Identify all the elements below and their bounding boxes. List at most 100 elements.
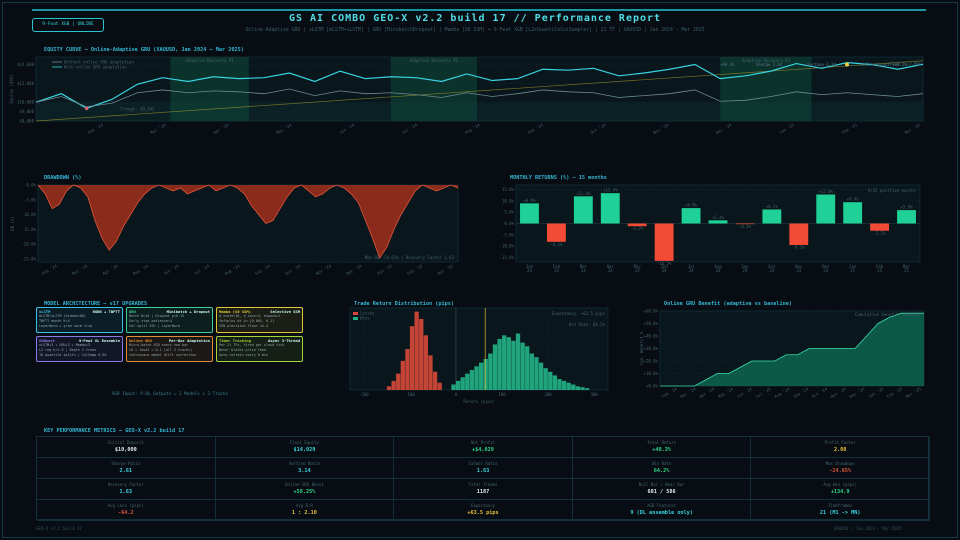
win-bar [548, 371, 553, 390]
architecture-box-line: LayerNorm + grad norm clip [39, 323, 93, 328]
benefit-ytick-label: +10.0% [644, 371, 659, 376]
win-bar [479, 362, 484, 390]
equity-xtick-label: Apr '24 [212, 122, 230, 135]
drawdown-xtick-label: Jan '25 [376, 263, 394, 276]
monthly-xtick-year: 24 [769, 268, 774, 273]
win-bar [552, 375, 558, 390]
architecture-box: Mamba (S6 SSM) Selective SSM d_state=16, d… [216, 307, 303, 333]
win-bar [571, 384, 576, 390]
footer-right: XAUUSD | Jan 2024 - Mar 2025 [834, 526, 902, 531]
kpi-label: Avg Loss (pips) [107, 503, 144, 508]
kpi-label: Win Rate [651, 461, 672, 466]
kpi-cell: Expectancy +63.5 pips [394, 500, 573, 521]
kpi-label: Profit Factor [824, 440, 856, 445]
drawdown-ytick-label: -20.0% [22, 242, 37, 247]
monthly-bar [843, 202, 863, 224]
kpi-value: 601 / 586 [647, 489, 676, 495]
benefit-xtick-label: Nov '24 [830, 386, 848, 399]
monthly-bar [789, 223, 809, 246]
kpi-value: +134.9 [830, 489, 850, 495]
equity-stat-label: Sortino 3.14 [807, 62, 836, 67]
distribution-xlabel: Return (pips) [463, 399, 494, 404]
expectancy-label: Expectancy: +63.5 pips [552, 311, 606, 316]
monthly-bar-label: -0.3% [739, 224, 752, 229]
kpi-label: Avg Win (pips) [823, 482, 858, 487]
drawdown-xtick-label: Feb '25 [406, 263, 424, 276]
monthly-xtick-year: 24 [581, 268, 586, 273]
win-bar [460, 377, 465, 390]
benefit-xtick-label: Jan '25 [867, 386, 885, 399]
kpi-cell: Timeframes 21 (M1 -> MN) [751, 500, 930, 521]
equity-chart: Adaptive Recovery #1 Adaptive Recovery #2… [8, 53, 928, 153]
monthly-xtick-year: 24 [716, 268, 721, 273]
drawdown-label: Max DD -24.65% | Recovery Factor 1.63 [365, 255, 455, 260]
win-bar [451, 384, 456, 390]
distribution-legend-label: Wins [360, 316, 370, 321]
monthly-bar [546, 223, 566, 242]
loss-bar [405, 349, 410, 390]
footer-left: GEO-X v2.2 build 17 [36, 526, 82, 531]
monthly-xtick-year: 24 [527, 268, 532, 273]
win-bar [575, 386, 581, 390]
equity-xtick-label: Jun '24 [338, 122, 356, 135]
equity-stat-label: +40.3% [720, 62, 735, 67]
monthly-bar-label: +6.2% [766, 204, 779, 209]
kpi-value: +40.3% [652, 447, 671, 453]
equity-xtick-label: Sep '24 [527, 122, 545, 135]
drawdown-xtick-label: Dec '24 [345, 263, 363, 276]
monthly-bar [870, 223, 890, 231]
monthly-ytick-label: -5.0% [502, 232, 515, 237]
benefit-xtick-label: Feb '24 [661, 386, 679, 399]
drawdown-xtick-label: Jul '24 [193, 263, 211, 276]
benefit-ytick-label: +0.0% [646, 384, 659, 389]
monthly-bar [654, 223, 674, 261]
kpi-value: 1.63 [119, 489, 133, 495]
kpi-table: Initial Deposit $10,000 Final Equity $14,02… [36, 436, 930, 521]
drawdown-ytick-label: -10.0% [22, 212, 37, 217]
drawdown-ylabel: DD (%) [10, 216, 15, 230]
drawdown-xtick-label: Jun '24 [163, 263, 181, 276]
monthly-bar-label: -8.1% [550, 242, 563, 247]
win-bar [483, 359, 488, 390]
win-bar [566, 382, 571, 390]
kpi-label: Online GRU Boost [285, 482, 324, 487]
drawdown-ytick-label: -5.0% [24, 197, 37, 202]
kpi-label: Recovery Factor [107, 482, 144, 487]
kpi-label: XGB Features [647, 503, 677, 508]
distribution-xtick-label: -100 [405, 392, 415, 397]
loss-bar [391, 380, 396, 390]
drawdown-ytick-label: -25.0% [22, 257, 37, 262]
kpi-label: Total Return [647, 440, 677, 445]
architecture-box-line: Auto-retrain every 8 min [219, 352, 268, 357]
win-bar [534, 357, 539, 390]
kpi-value: 2.08 [833, 447, 847, 453]
monthly-bar [762, 209, 782, 224]
kpi-label: Net Profit [470, 440, 496, 445]
kpi-label: Final Equity [289, 440, 319, 445]
win-bar [488, 353, 493, 390]
adaptive-recovery-label: Adaptive Recovery #1 [186, 58, 235, 63]
distribution-xtick-label: 200 [544, 392, 552, 397]
equity-ytick-label: $14,000 [17, 62, 34, 67]
kpi-cell: Net Profit +$4,029 [394, 437, 573, 458]
monthly-bar [681, 208, 701, 224]
kpi-cell: XGB Features 9 (DL ensemble only) [572, 500, 752, 521]
benefit-svg: +60.0% +50.0% +40.0% +30.0% +20.0% +10.0% +0.0… [640, 309, 925, 399]
monthly-ytick-label: 5.0% [504, 210, 514, 215]
benefit-xtick-label: Aug '24 [773, 386, 791, 399]
equity-stat-label: Online boost +58.2% [861, 62, 907, 67]
drawdown-xtick-label: Feb '24 [41, 263, 59, 276]
kpi-label: Bull Bar / Bear Bar [638, 482, 685, 487]
benefit-ytick-label: +60.0% [644, 309, 659, 314]
architecture-footer: XGB Input: 9 DL Outputs = 3 Models x 3 T… [111, 392, 229, 397]
kpi-label: Total Trades [468, 482, 498, 487]
kpi-label: Expectancy [470, 503, 496, 508]
win-bar [497, 338, 502, 390]
kpi-label: Max Drawdown [825, 461, 855, 466]
peak-marker [844, 62, 849, 67]
monthly-bar-label: +12.0% [576, 191, 591, 196]
win-bar [502, 335, 507, 390]
benefit-xtick-label: May '24 [717, 386, 735, 399]
win-bar [469, 369, 475, 390]
win-bar [561, 380, 567, 390]
